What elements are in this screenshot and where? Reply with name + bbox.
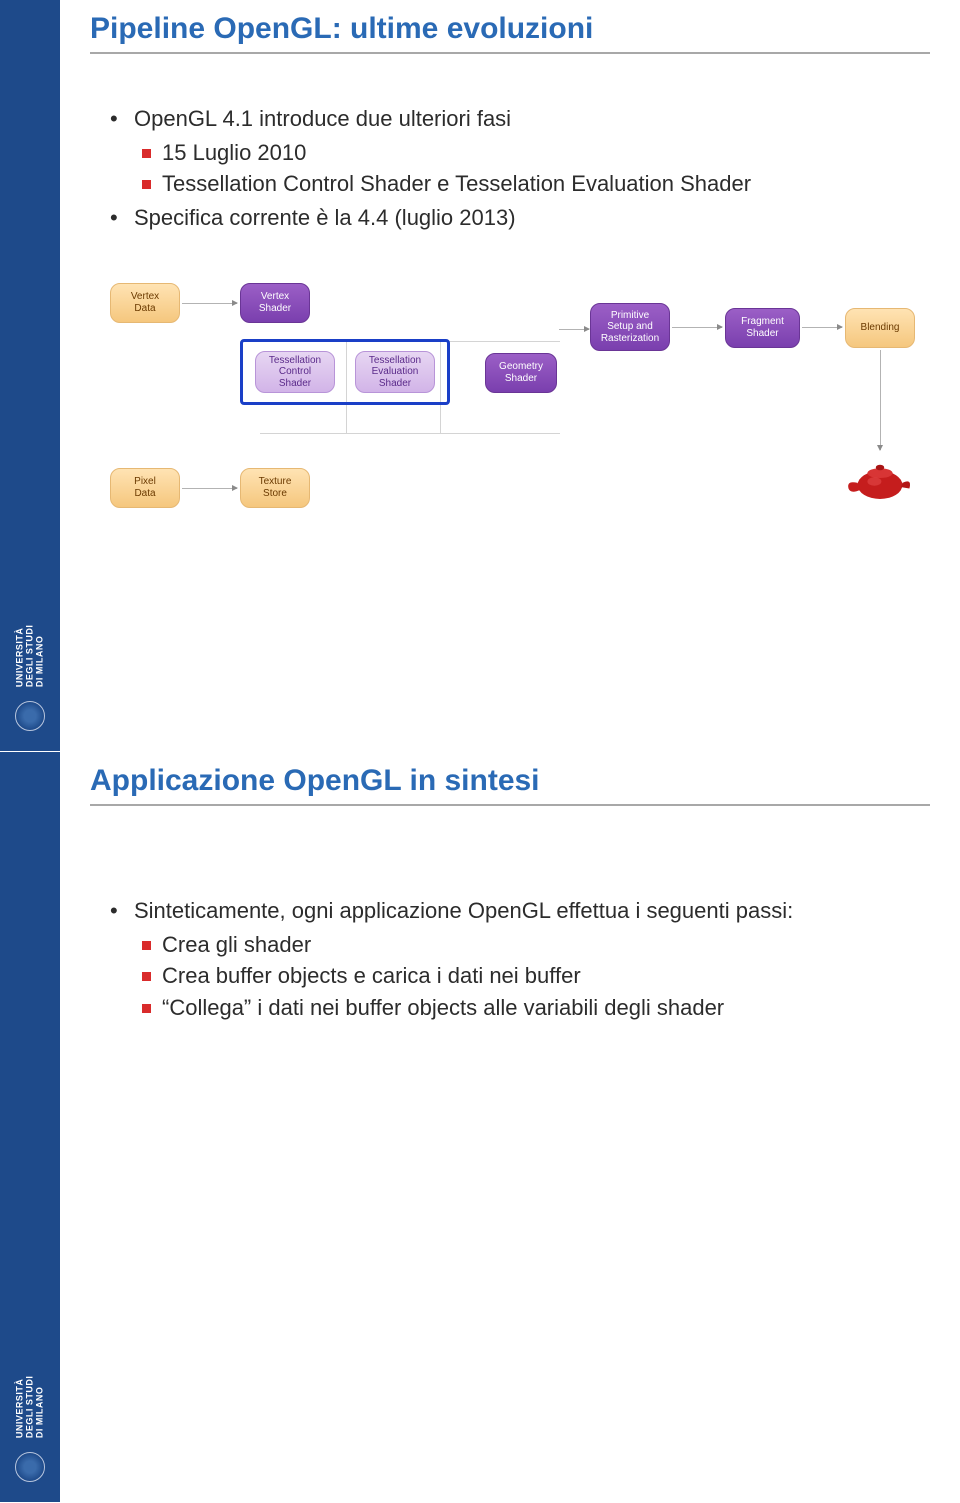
arrow-icon xyxy=(559,329,589,330)
pipeline-diagram: VertexData VertexShader PrimitiveSetup a… xyxy=(110,273,920,533)
sub-bullet: Crea gli shader xyxy=(134,930,920,960)
arrow-icon xyxy=(880,350,881,450)
slide-2: UNIVERSITÀ DEGLI STUDI DI MILANO Applica… xyxy=(0,751,960,1502)
slide-2-content: Applicazione OpenGL in sintesi Sintetica… xyxy=(80,752,940,1502)
primitive-setup-box: PrimitiveSetup andRasterization xyxy=(590,303,670,351)
arrow-icon xyxy=(672,327,722,328)
blending-box: Blending xyxy=(845,308,915,348)
bullet-text: Specifica corrente è la 4.4 (luglio 2013… xyxy=(134,205,516,230)
bullet: OpenGL 4.1 introduce due ulteriori fasi … xyxy=(110,104,920,199)
bullet: Specifica corrente è la 4.4 (luglio 2013… xyxy=(110,203,920,233)
vertex-data-box: VertexData xyxy=(110,283,180,323)
sub-bullet: Crea buffer objects e carica i dati nei … xyxy=(134,961,920,991)
sub-bullet-text: 15 Luglio 2010 xyxy=(162,140,306,165)
sub-bullet: “Collega” i dati nei buffer objects alle… xyxy=(134,993,920,1023)
uni-line3: DI MILANO xyxy=(34,1387,44,1439)
grid-line xyxy=(260,433,560,434)
uni-line1: UNIVERSITÀ xyxy=(14,628,24,688)
university-label: UNIVERSITÀ DEGLI STUDI DI MILANO xyxy=(15,1376,45,1439)
sub-bullet-text: Crea buffer objects e carica i dati nei … xyxy=(162,963,581,988)
bullet-text: OpenGL 4.1 introduce due ulteriori fasi xyxy=(134,106,511,131)
uni-line3: DI MILANO xyxy=(34,636,44,688)
sub-bullet: Tessellation Control Shader e Tesselatio… xyxy=(134,169,920,199)
slide-2-body: Sinteticamente, ogni applicazione OpenGL… xyxy=(80,806,940,1047)
sidebar: UNIVERSITÀ DEGLI STUDI DI MILANO xyxy=(0,752,60,1502)
slide-1-body: OpenGL 4.1 introduce due ulteriori fasi … xyxy=(80,54,940,553)
arrow-icon xyxy=(182,488,237,489)
uni-line2: DEGLI STUDI xyxy=(24,625,34,688)
sidebar: UNIVERSITÀ DEGLI STUDI DI MILANO xyxy=(0,0,60,751)
tess-eval-box: TessellationEvaluationShader xyxy=(355,351,435,393)
university-label: UNIVERSITÀ DEGLI STUDI DI MILANO xyxy=(15,625,45,688)
university-seal-icon xyxy=(15,701,45,731)
slide-1: UNIVERSITÀ DEGLI STUDI DI MILANO Pipelin… xyxy=(0,0,960,751)
geometry-shader-box: GeometryShader xyxy=(485,353,557,393)
sub-bullet-text: Tessellation Control Shader e Tesselatio… xyxy=(162,171,751,196)
uni-line2: DEGLI STUDI xyxy=(24,1376,34,1439)
slide-1-title: Pipeline OpenGL: ultime evoluzioni xyxy=(90,0,930,54)
sub-bullet-text: Crea gli shader xyxy=(162,932,311,957)
texture-store-box: TextureStore xyxy=(240,468,310,508)
bullet: Sinteticamente, ogni applicazione OpenGL… xyxy=(110,896,920,1023)
slide-2-title: Applicazione OpenGL in sintesi xyxy=(90,752,930,806)
pixel-data-box: PixelData xyxy=(110,468,180,508)
sub-bullet-text: “Collega” i dati nei buffer objects alle… xyxy=(162,995,724,1020)
arrow-icon xyxy=(802,327,842,328)
university-seal-icon xyxy=(15,1452,45,1482)
tess-control-box: TessellationControlShader xyxy=(255,351,335,393)
teapot-icon xyxy=(845,453,915,503)
slide-1-content: Pipeline OpenGL: ultime evoluzioni OpenG… xyxy=(80,0,940,751)
sub-bullet: 15 Luglio 2010 xyxy=(134,138,920,168)
fragment-shader-box: FragmentShader xyxy=(725,308,800,348)
vertex-shader-box: VertexShader xyxy=(240,283,310,323)
arrow-icon xyxy=(182,303,237,304)
bullet-text: Sinteticamente, ogni applicazione OpenGL… xyxy=(134,898,793,923)
uni-line1: UNIVERSITÀ xyxy=(14,1379,24,1439)
